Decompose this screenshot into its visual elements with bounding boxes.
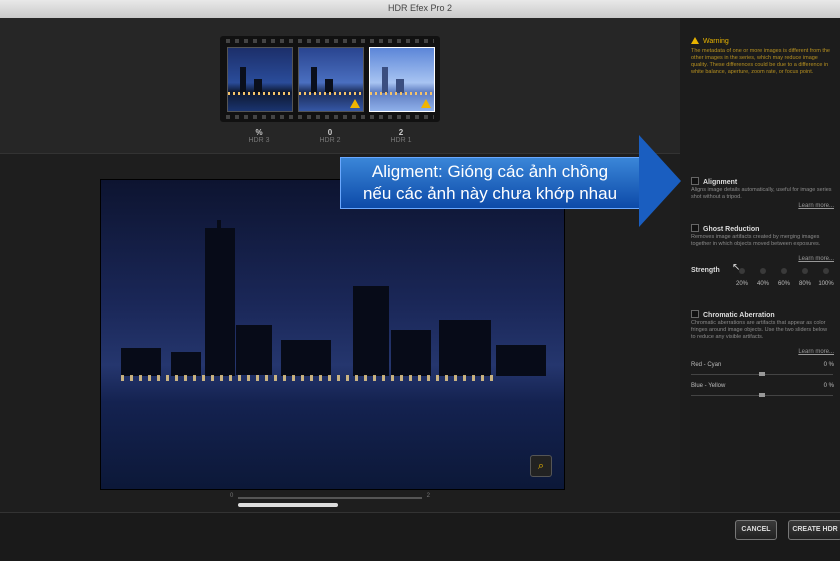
magnifier-icon[interactable]: ⌕ — [530, 455, 552, 477]
chromatic-aberration-desc: Chromatic aberrations are artifacts that… — [691, 320, 828, 340]
tower-building — [205, 228, 235, 376]
window-titlebar: HDR Efex Pro 2 — [0, 0, 840, 19]
red-cyan-value: 0 % — [823, 362, 834, 368]
strength-level-label: 100% — [818, 281, 834, 287]
skyline-lights — [121, 375, 494, 381]
settings-panel — [680, 18, 840, 512]
exposure-label: HDR 3 — [248, 137, 270, 144]
scrubber-min-label: 0 — [230, 493, 234, 499]
warning-triangle-icon — [421, 99, 431, 108]
exposure-value: % — [255, 128, 263, 137]
exposure-info-1: % HDR 3 — [239, 128, 279, 144]
preview-scrubber[interactable]: 0 2 — [230, 493, 430, 507]
strength-level-label: 40% — [756, 281, 769, 287]
strength-option-40[interactable] — [760, 268, 766, 274]
warning-title: Warning — [691, 37, 729, 45]
red-cyan-slider-thumb[interactable] — [759, 372, 765, 376]
sprocket-top — [226, 39, 434, 43]
bottom-toolbar — [0, 512, 840, 561]
cancel-button[interactable]: CANCEL — [735, 520, 777, 540]
scrubber-max-label: 2 — [426, 493, 430, 499]
alignment-title: Alignment — [703, 179, 738, 186]
strength-option-100[interactable] — [823, 268, 829, 274]
ghost-reduction-desc: Removes image artifacts created by mergi… — [691, 234, 821, 247]
callout-line-2: nếu các ảnh này chưa khớp nhau — [362, 184, 618, 203]
strength-label: Strength — [691, 267, 720, 274]
strength-level-label: 80% — [798, 281, 811, 287]
strength-option-80[interactable] — [802, 268, 808, 274]
strength-level-label: 20% — [735, 281, 748, 287]
annotation-callout-arrow: Aligment: Gióng các ảnh chồng nếu các ản… — [340, 135, 681, 227]
strength-level-label: 60% — [777, 281, 790, 287]
exposure-thumbnail-1[interactable] — [227, 47, 293, 112]
checkbox-icon[interactable] — [691, 177, 699, 185]
alignment-checkbox[interactable]: Alignment — [691, 177, 737, 186]
warning-text: The metadata of one or more images is di… — [691, 48, 830, 75]
mouse-cursor-icon: ↖ — [732, 262, 741, 273]
chromatic-aberration-title: Chromatic Aberration — [703, 312, 775, 319]
warning-triangle-icon — [350, 99, 360, 108]
checkbox-icon[interactable] — [691, 224, 699, 232]
alignment-learn-more-link[interactable]: Learn more... — [798, 203, 834, 209]
alignment-desc: Aligns image details automatically, usef… — [691, 187, 832, 200]
ghost-learn-more-link[interactable]: Learn more... — [798, 256, 834, 262]
scrubber-track[interactable] — [238, 497, 422, 499]
sprocket-bottom — [226, 115, 434, 119]
red-cyan-label: Red - Cyan — [691, 362, 722, 368]
chromatic-aberration-checkbox[interactable]: Chromatic Aberration — [691, 310, 775, 319]
ghost-reduction-checkbox[interactable]: Ghost Reduction — [691, 224, 759, 233]
filmstrip — [220, 36, 440, 122]
strength-option-60[interactable] — [781, 268, 787, 274]
exposure-thumbnail-2[interactable] — [298, 47, 364, 112]
blue-yellow-value: 0 % — [823, 383, 834, 389]
ghost-reduction-title: Ghost Reduction — [703, 226, 760, 233]
window-title: HDR Efex Pro 2 — [387, 3, 453, 13]
warning-triangle-icon — [691, 37, 699, 44]
checkbox-icon[interactable] — [691, 310, 699, 318]
exposure-thumbnail-3[interactable] — [369, 47, 435, 112]
blue-yellow-slider-thumb[interactable] — [759, 393, 765, 397]
blue-yellow-label: Blue - Yellow — [691, 383, 726, 389]
callout-line-1: Aligment: Gióng các ảnh chồng — [371, 162, 609, 181]
chromatic-learn-more-link[interactable]: Learn more... — [798, 349, 834, 355]
create-hdr-button[interactable]: CREATE HDR — [788, 520, 840, 540]
scrubber-range-handle[interactable] — [238, 503, 338, 507]
